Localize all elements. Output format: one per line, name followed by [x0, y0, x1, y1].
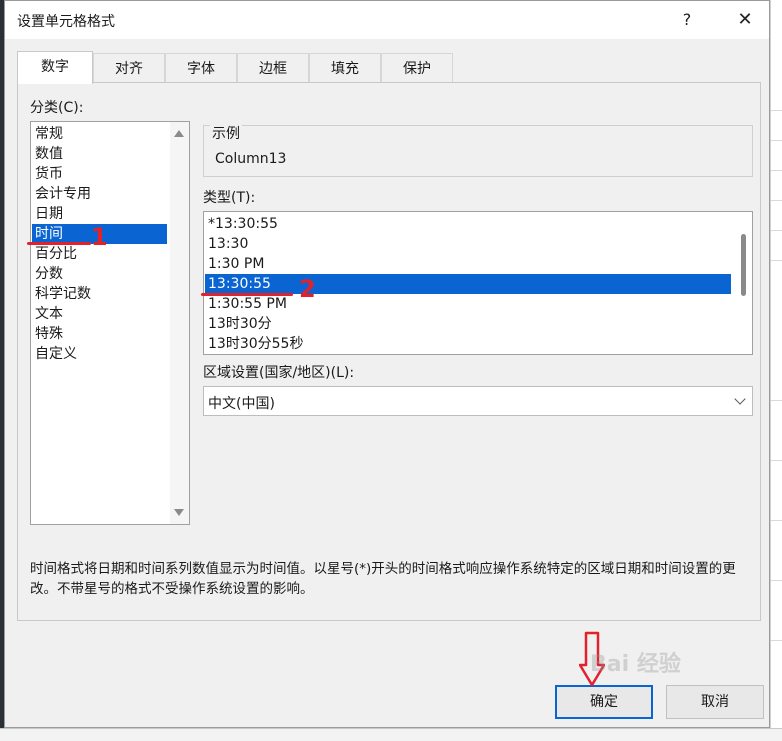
tab-protection[interactable]: 保护: [381, 53, 453, 83]
type-scrollbar[interactable]: [733, 212, 752, 354]
scroll-up-icon[interactable]: [174, 130, 184, 137]
tab-fill[interactable]: 填充: [309, 53, 381, 83]
format-cells-dialog: 设置单元格格式 ? ✕ 数字 对齐 字体 边框 填充 保护 分类(C): 常规 …: [4, 0, 770, 728]
tab-border[interactable]: 边框: [237, 53, 309, 83]
annotation-number-1: 1: [91, 223, 108, 251]
tab-number[interactable]: 数字: [17, 51, 93, 84]
tab-divider: [17, 82, 761, 83]
annotation-number-2: 2: [299, 275, 316, 303]
locale-value: 中文(中国): [208, 396, 275, 412]
list-item[interactable]: 常规: [32, 124, 167, 144]
list-item[interactable]: 13:30: [205, 234, 731, 254]
category-label: 分类(C):: [30, 100, 84, 116]
type-label: 类型(T):: [203, 190, 256, 206]
background-bottom-row: [0, 728, 782, 741]
locale-label: 区域设置(国家/地区)(L):: [203, 365, 355, 381]
chevron-down-icon: [734, 393, 746, 405]
list-item-selected[interactable]: 13:30:55: [205, 274, 731, 294]
tab-font[interactable]: 字体: [165, 53, 237, 83]
category-list[interactable]: 常规 数值 货币 会计专用 日期 时间 百分比 分数 科学记数 文本 特殊 自定…: [30, 121, 190, 525]
list-item[interactable]: 自定义: [32, 344, 167, 364]
annotation-underline-1: [27, 242, 91, 245]
watermark: Bai 经验: [590, 652, 681, 677]
cancel-button[interactable]: 取消: [666, 685, 764, 719]
sample-value: Column13: [215, 151, 287, 167]
category-scrollbar[interactable]: [170, 122, 189, 524]
list-item[interactable]: 1:30 PM: [205, 254, 731, 274]
title-bar: 设置单元格格式 ? ✕: [5, 1, 769, 39]
list-item[interactable]: 会计专用: [32, 184, 167, 204]
close-button[interactable]: ✕: [725, 5, 765, 35]
list-item[interactable]: 货币: [32, 164, 167, 184]
list-item[interactable]: 日期: [32, 204, 167, 224]
list-item[interactable]: 13时30分: [205, 314, 731, 334]
annotation-underline-2: [201, 293, 293, 296]
ok-button[interactable]: 确定: [555, 685, 653, 719]
help-button[interactable]: ?: [667, 5, 707, 35]
background-right-sheet: [770, 0, 782, 740]
list-item[interactable]: 13时30分55秒: [205, 334, 731, 354]
type-list[interactable]: *13:30:55 13:30 1:30 PM 13:30:55 1:30:55…: [203, 211, 753, 355]
sample-legend: 示例: [210, 123, 242, 143]
list-item[interactable]: 1:30:55 PM: [205, 294, 731, 314]
dialog-title: 设置单元格格式: [17, 14, 115, 30]
list-item[interactable]: 科学记数: [32, 284, 167, 304]
list-item[interactable]: 分数: [32, 264, 167, 284]
tab-alignment[interactable]: 对齐: [93, 53, 165, 83]
list-item[interactable]: *13:30:55: [205, 214, 731, 234]
list-item[interactable]: 数值: [32, 144, 167, 164]
scroll-down-icon[interactable]: [174, 509, 184, 516]
list-item[interactable]: 特殊: [32, 324, 167, 344]
description-text: 时间格式将日期和时间系列数值显示为时间值。以星号(*)开头的时间格式响应操作系统…: [30, 561, 736, 597]
locale-select[interactable]: 中文(中国): [203, 386, 753, 416]
list-item[interactable]: 文本: [32, 304, 167, 324]
scroll-thumb[interactable]: [741, 234, 746, 296]
